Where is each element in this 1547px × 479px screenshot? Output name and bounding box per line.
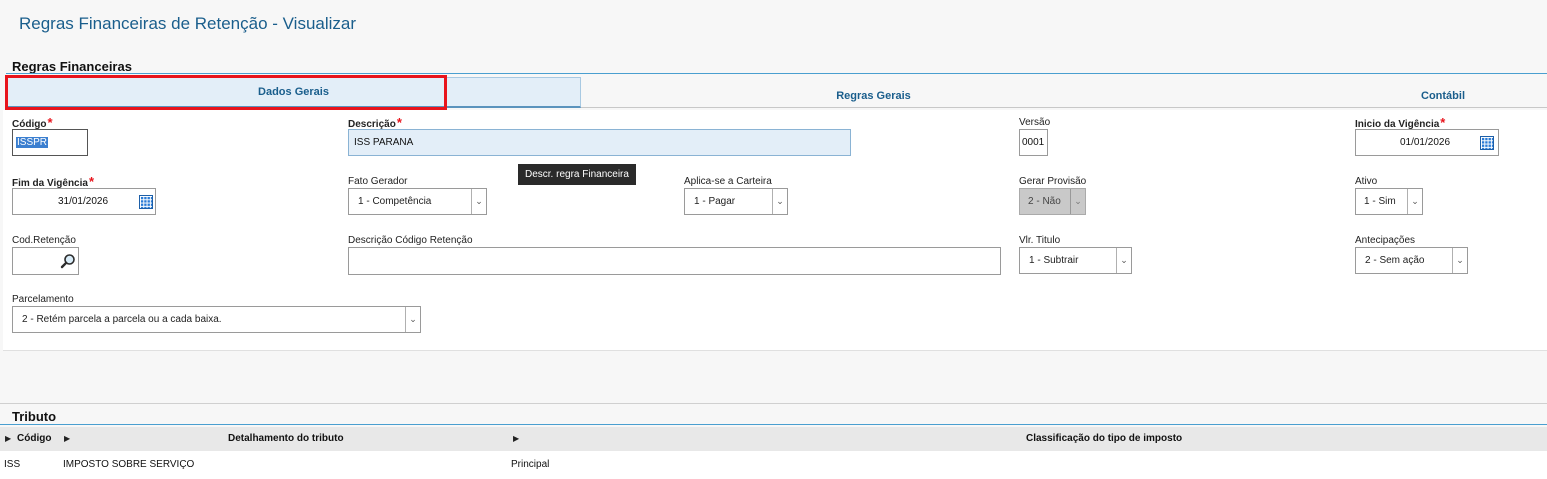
fim-vigencia-field[interactable]: 31/01/2026 (12, 188, 156, 215)
form-area-bottom-line (3, 350, 1547, 351)
vlr-titulo-value: 1 - Subtrair (1029, 255, 1079, 266)
chevron-down-icon[interactable]: ⌄ (471, 189, 486, 214)
antecipacoes-select[interactable]: 2 - Sem ação ⌄ (1355, 247, 1468, 274)
column-header-classificacao[interactable]: Classificação do tipo de imposto (1026, 433, 1182, 444)
cod-retencao-label: Cod.Retenção (12, 235, 76, 246)
section-divider (0, 424, 1547, 425)
fim-vigencia-label: Fim da Vigência* (12, 174, 95, 189)
aplica-carteira-label: Aplica-se a Carteira (684, 176, 772, 187)
column-header-detalhamento[interactable]: Detalhamento do tributo (228, 433, 344, 444)
column-header-codigo[interactable]: Código (17, 433, 51, 444)
aplica-carteira-select[interactable]: 1 - Pagar ⌄ (684, 188, 788, 215)
section-divider (6, 73, 1547, 74)
descricao-field[interactable] (348, 129, 851, 156)
chevron-down-icon[interactable]: ⌄ (1452, 248, 1467, 273)
chevron-down-icon[interactable]: ⌄ (772, 189, 787, 214)
sort-triangle-icon[interactable]: ▶ (513, 434, 519, 443)
required-mark: * (88, 174, 95, 189)
tab-bar-line (581, 107, 1547, 108)
gerar-provisao-select: 2 - Não ⌄ (1019, 188, 1086, 215)
inicio-vigencia-label: Inicio da Vigência* (1355, 115, 1446, 130)
search-icon[interactable] (60, 253, 76, 269)
page-title: Regras Financeiras de Retenção - Visuali… (19, 14, 357, 33)
required-mark: * (396, 115, 402, 130)
chevron-down-icon[interactable]: ⌄ (1407, 189, 1422, 214)
calendar-icon[interactable] (1480, 135, 1494, 150)
tab-regras-gerais[interactable]: Regras Gerais (581, 84, 1166, 108)
desc-cod-retencao-field[interactable] (348, 247, 1001, 275)
codigo-field[interactable]: ISSPR (12, 129, 88, 156)
calendar-icon[interactable] (139, 194, 153, 209)
sort-triangle-icon[interactable]: ▶ (5, 434, 11, 443)
cell-detalhamento: IMPOSTO SOBRE SERVIÇO (63, 459, 195, 470)
chevron-down-icon[interactable]: ⌄ (1116, 248, 1131, 273)
parcelamento-select[interactable]: 2 - Retém parcela a parcela ou a cada ba… (12, 306, 421, 333)
ativo-value: 1 - Sim (1364, 196, 1396, 207)
gerar-provisao-value: 2 - Não (1028, 196, 1061, 207)
chevron-down-icon: ⌄ (1070, 189, 1085, 214)
fim-vigencia-value: 31/01/2026 (57, 196, 109, 207)
required-mark: * (1440, 115, 1446, 130)
desc-cod-retencao-label: Descrição Código Retenção (348, 235, 473, 246)
cell-classificacao: Principal (511, 459, 550, 470)
required-mark: * (47, 115, 53, 130)
parcelamento-value: 2 - Retém parcela a parcela ou a cada ba… (22, 314, 222, 325)
separator (0, 403, 1547, 404)
aplica-carteira-value: 1 - Pagar (694, 196, 736, 207)
antecipacoes-label: Antecipações (1355, 235, 1416, 246)
section-title-tributo: Tributo (12, 409, 57, 424)
chevron-down-icon[interactable]: ⌄ (405, 307, 420, 332)
versao-field[interactable] (1019, 129, 1048, 156)
vlr-titulo-select[interactable]: 1 - Subtrair ⌄ (1019, 247, 1132, 274)
descricao-label: Descrição* (348, 115, 402, 130)
ativo-label: Ativo (1355, 176, 1378, 187)
cod-retencao-field[interactable] (12, 247, 79, 275)
inicio-vigencia-value: 01/01/2026 (1399, 137, 1451, 148)
fato-gerador-select[interactable]: 1 - Competência ⌄ (348, 188, 487, 215)
gerar-provisao-label: Gerar Provisão (1019, 176, 1087, 187)
section-title-regras: Regras Financeiras (12, 59, 132, 74)
tooltip: Descr. regra Financeira (518, 164, 636, 185)
codigo-label: Código* (12, 115, 53, 130)
codigo-value: ISSPR (16, 137, 49, 148)
antecipacoes-value: 2 - Sem ação (1365, 255, 1425, 266)
cell-codigo: ISS (4, 459, 21, 470)
ativo-select[interactable]: 1 - Sim ⌄ (1355, 188, 1423, 215)
inicio-vigencia-field[interactable]: 01/01/2026 (1355, 129, 1499, 156)
table-row[interactable] (0, 451, 1547, 479)
versao-label: Versão (1019, 117, 1051, 128)
parcelamento-label: Parcelamento (12, 294, 74, 305)
fato-gerador-label: Fato Gerador (348, 176, 408, 187)
fato-gerador-value: 1 - Competência (358, 196, 432, 207)
sort-triangle-icon[interactable]: ▶ (64, 434, 70, 443)
vlr-titulo-label: Vlr. Titulo (1019, 235, 1061, 246)
highlight-box (5, 75, 447, 110)
tab-contabil[interactable]: Contábil (1166, 84, 1547, 108)
